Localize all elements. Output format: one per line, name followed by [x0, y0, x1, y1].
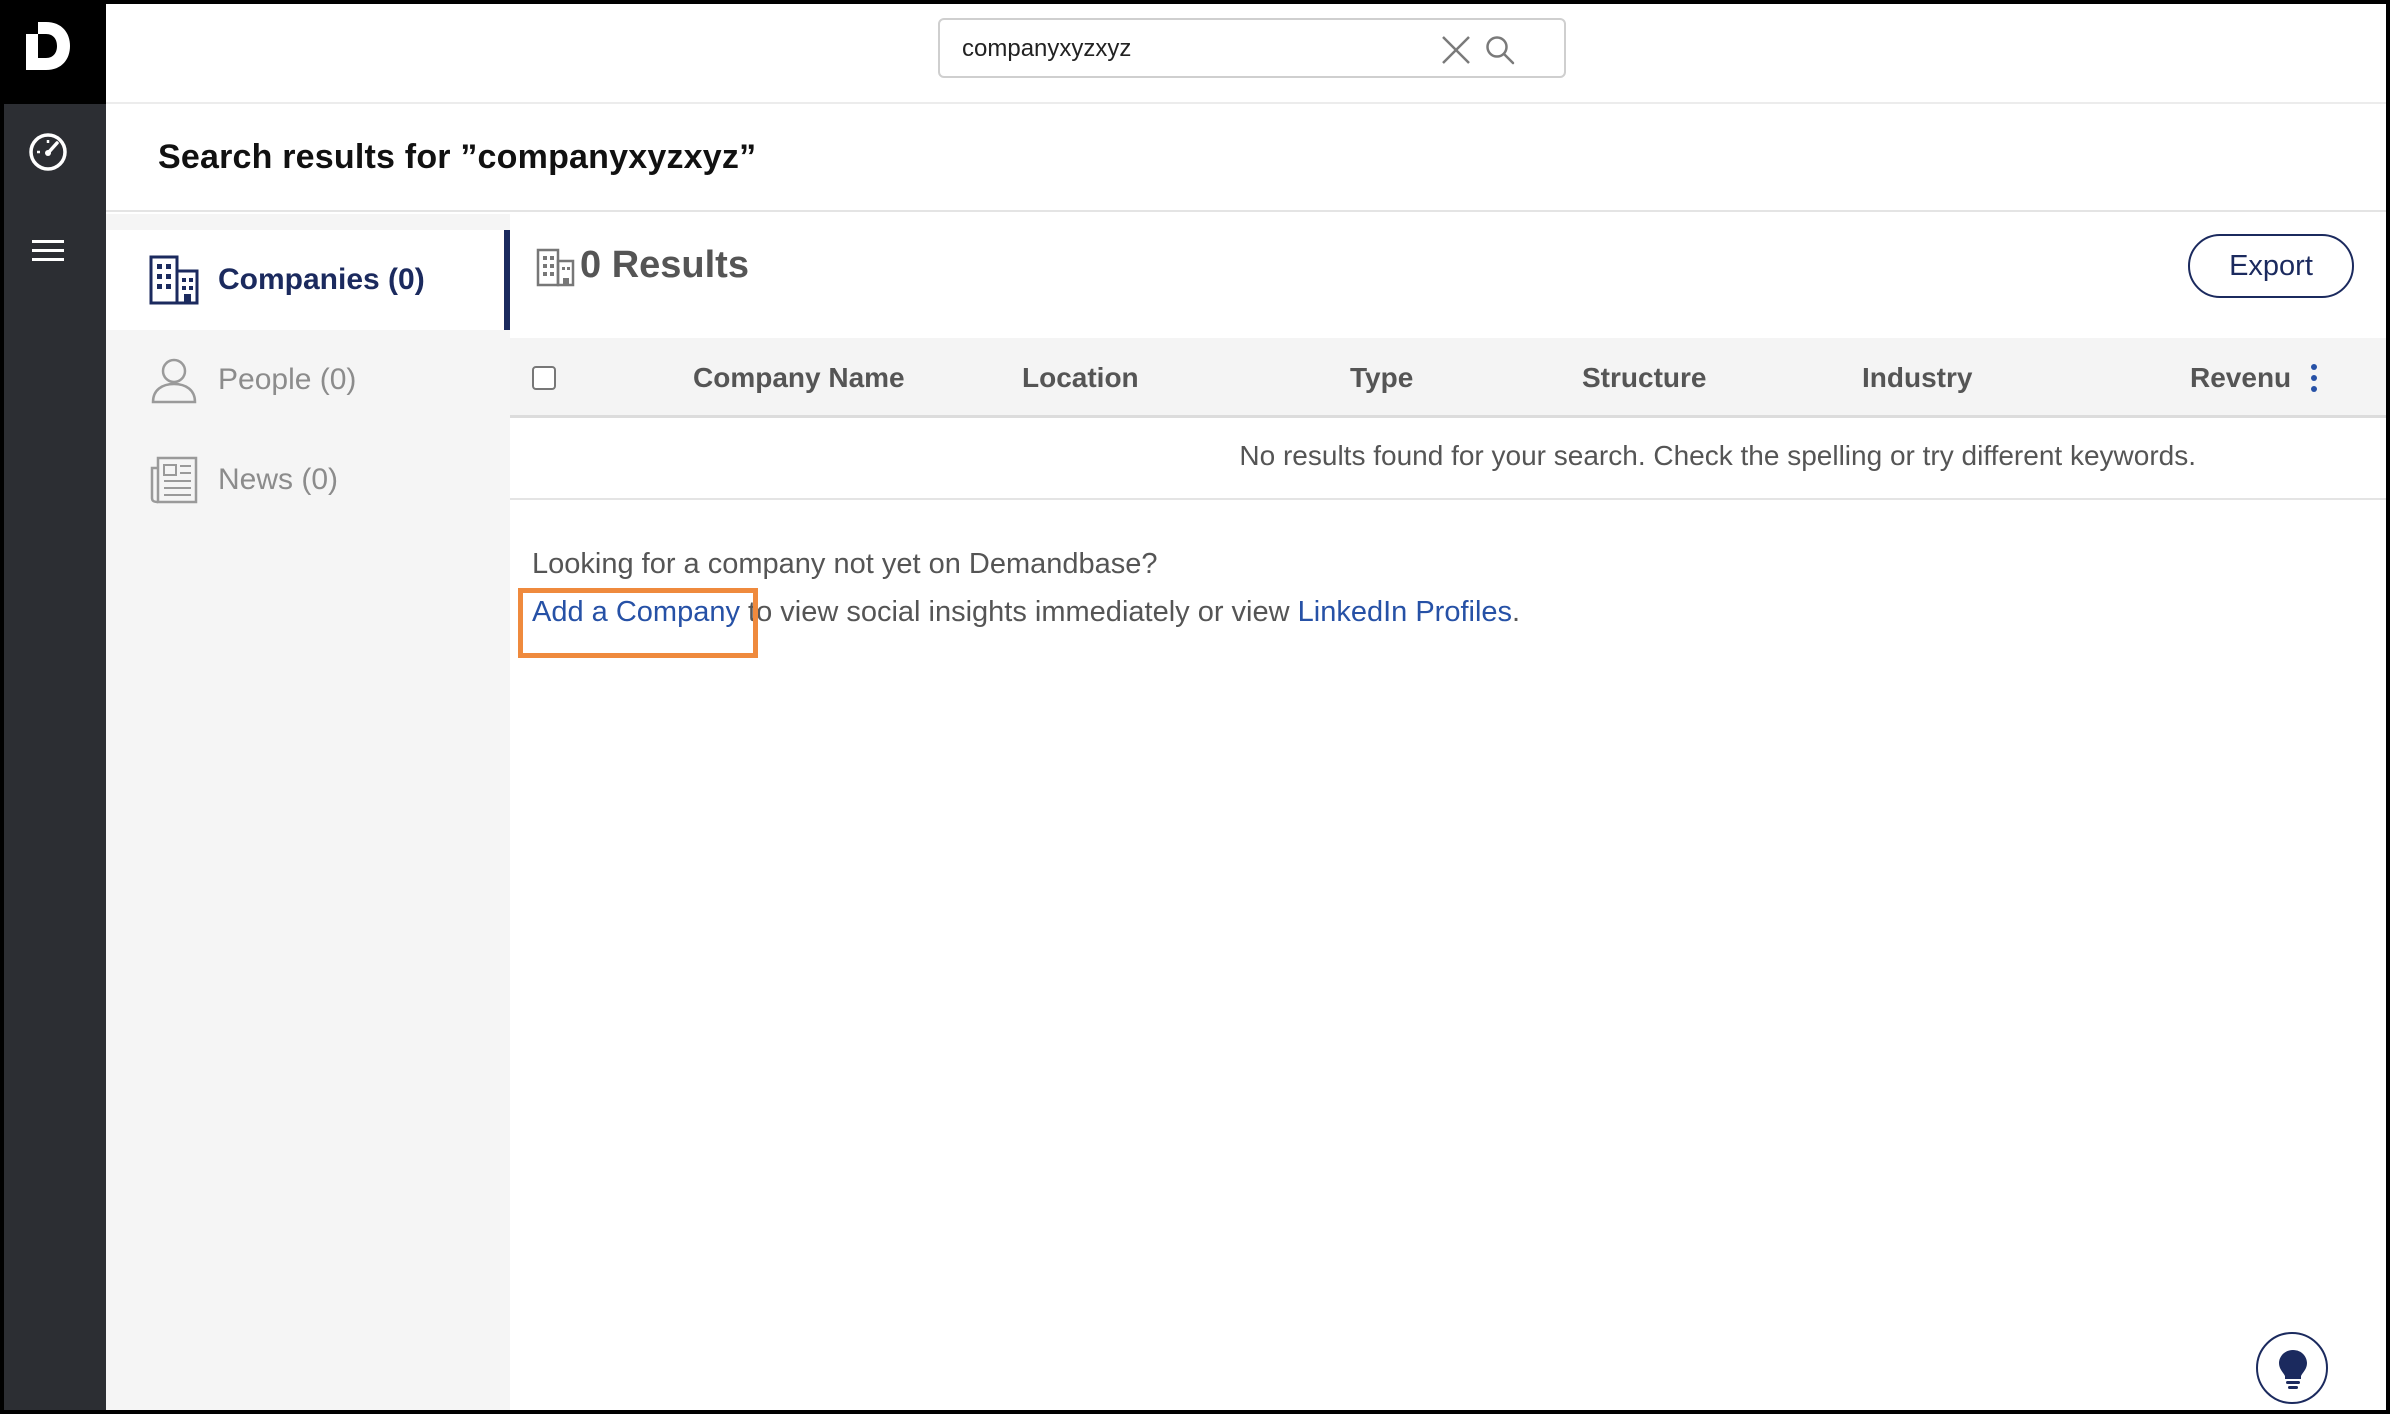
results-count-title: 0 Results [580, 244, 749, 286]
category-news[interactable]: News (0) [106, 430, 510, 530]
search-input[interactable] [962, 32, 1432, 66]
category-people[interactable]: People (0) [106, 330, 510, 430]
export-button[interactable]: Export [2188, 234, 2354, 298]
results-panel: 0 Results Export Company Name Location T… [510, 214, 2386, 1410]
category-label: Companies (0) [218, 263, 425, 296]
category-nav: Companies (0) People (0) News (0) [106, 214, 510, 1410]
newspaper-icon [148, 454, 200, 506]
clear-search-icon[interactable] [1440, 34, 1472, 66]
column-company-name[interactable]: Company Name [693, 362, 905, 394]
column-revenue[interactable]: Revenu [2190, 362, 2296, 394]
add-company-link[interactable]: Add a Company [532, 596, 740, 628]
results-table-header: Company Name Location Type Structure Ind… [510, 338, 2386, 418]
empty-results-row: No results found for your search. Check … [510, 418, 2386, 500]
column-location[interactable]: Location [1022, 362, 1139, 394]
top-bar [106, 4, 2386, 104]
global-search [938, 18, 1566, 78]
app-window: Search results for ”companyxyzxyz” Compa… [0, 0, 2390, 1414]
linkedin-profiles-link[interactable]: LinkedIn Profiles [1298, 596, 1512, 628]
help-lightbulb-button[interactable] [2256, 1332, 2328, 1404]
hamburger-menu-icon[interactable] [30, 236, 66, 266]
demandbase-logo[interactable] [4, 4, 106, 104]
lookup-end-text: . [1512, 596, 1521, 628]
title-row: Search results for ”companyxyzxyz” [106, 106, 2386, 212]
category-label: People (0) [218, 363, 357, 396]
column-industry[interactable]: Industry [1862, 362, 1972, 394]
dashboard-gauge-icon[interactable] [27, 131, 69, 173]
lookup-middle-text: to view social insights immediately or v… [739, 596, 1298, 628]
person-icon [148, 354, 200, 406]
page-title: Search results for ”companyxyzxyz” [158, 138, 757, 176]
more-columns-icon[interactable] [2306, 362, 2322, 394]
buildings-icon [148, 254, 200, 306]
buildings-icon [536, 248, 576, 288]
column-structure[interactable]: Structure [1582, 362, 1706, 394]
left-rail [4, 4, 106, 1410]
lookup-actions: Add a Company to view social insights im… [532, 596, 1520, 629]
empty-results-message: No results found for your search. Check … [1239, 440, 2196, 471]
search-icon[interactable] [1484, 34, 1516, 66]
select-all-checkbox[interactable] [532, 366, 556, 390]
category-label: News (0) [218, 463, 339, 496]
column-type[interactable]: Type [1350, 362, 1413, 394]
lookup-prompt: Looking for a company not yet on Demandb… [532, 548, 1158, 580]
category-companies[interactable]: Companies (0) [106, 230, 510, 330]
